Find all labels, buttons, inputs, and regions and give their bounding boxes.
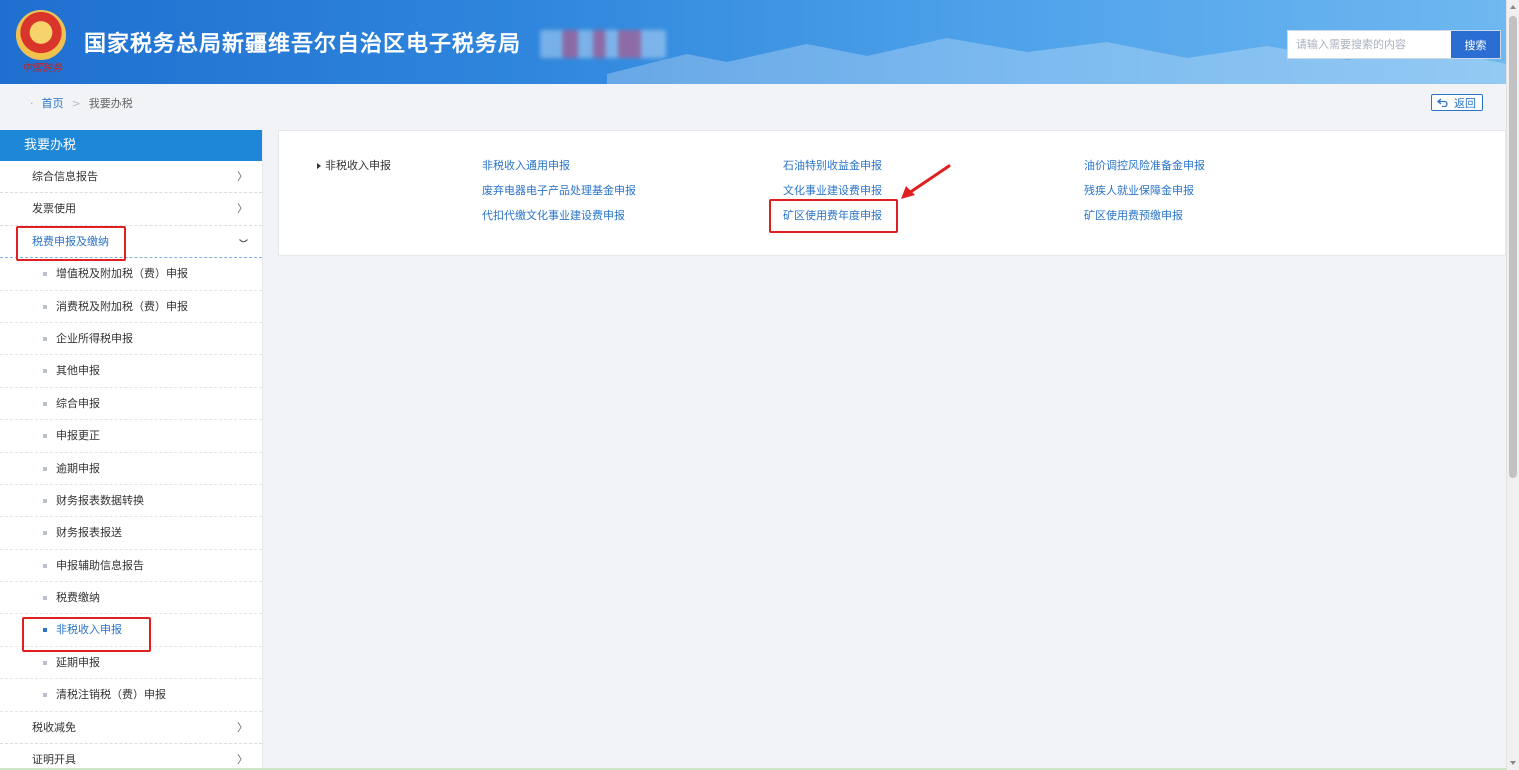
chevron-right-icon: 〉 [237,170,248,183]
vertical-scrollbar[interactable] [1506,0,1519,770]
sub-item-label: 消费税及附加税（费）申报 [56,299,188,313]
back-button[interactable]: 返回 [1431,94,1483,111]
sub-item-label: 企业所得税申报 [56,331,133,345]
breadcrumb-home-link[interactable]: 首页 [42,97,64,110]
sub-item-consumption-tax[interactable]: 消费税及附加税（费）申报 [0,291,262,323]
sub-item-label: 逾期申报 [56,461,100,475]
chevron-down-icon [239,238,248,243]
breadcrumb-dot-icon: · [30,97,34,110]
site-title: 国家税务总局新疆维吾尔自治区电子税务局 [84,32,522,57]
scroll-up-icon[interactable] [1510,5,1516,9]
bullet-icon [43,498,47,503]
emblem-caption: 中国税务 [22,63,62,74]
arrow-right-icon [317,163,321,169]
link-non-tax-general[interactable]: 非税收入通用申报 [482,158,570,174]
bullet-icon [43,304,47,309]
sidebar-item-label: 证明开具 [32,753,76,767]
sidebar-item-label: 发票使用 [32,202,76,216]
highlight-box-non-tax-revenue [22,617,151,652]
sub-item-label: 财务报表数据转换 [56,493,144,507]
sidebar-title: 我要办税 [0,130,262,161]
sub-item-correction[interactable]: 申报更正 [0,420,262,453]
sub-item-label: 综合申报 [56,396,100,410]
sub-item-label: 其他申报 [56,364,100,378]
sub-item-label: 财务报表报送 [56,526,122,540]
highlight-box-tax-filing [16,226,126,261]
site-header: 中国税务 国家税务总局新疆维吾尔自治区电子税务局 搜索 [0,0,1507,84]
bullet-icon [43,531,47,536]
sub-item-corporate-income-tax[interactable]: 企业所得税申报 [0,323,262,356]
bullet-icon [43,369,47,374]
bullet-icon [43,596,47,601]
link-oil-special-gain[interactable]: 石油特别收益金申报 [783,158,882,174]
sub-item-label: 延期申报 [56,655,100,669]
sidebar-item-label: 税收减免 [32,720,76,734]
link-oil-price-risk-reserve[interactable]: 油价调控风险准备金申报 [1084,158,1205,174]
sub-item-label: 增值税及附加税（费）申报 [56,267,188,281]
sidebar-item-label: 综合信息报告 [32,170,98,183]
sidebar-item-tax-relief[interactable]: 税收减免 〉 [0,712,262,745]
sub-item-aux-info[interactable]: 申报辅助信息报告 [0,550,262,583]
link-mining-royalty-prepay[interactable]: 矿区使用费预缴申报 [1084,208,1183,224]
sub-item-payment[interactable]: 税费缴纳 [0,582,262,615]
emblem-icon [16,10,66,60]
highlight-box-mining-royalty-annual [769,199,898,233]
bullet-icon [43,272,47,277]
sub-item-vat[interactable]: 增值税及附加税（费）申报 [0,258,262,291]
bullet-icon [43,466,47,471]
back-button-label: 返回 [1454,97,1476,110]
scrollbar-thumb[interactable] [1509,16,1517,478]
chevron-right-icon: 〉 [237,753,248,767]
sub-item-overdue[interactable]: 逾期申报 [0,453,262,485]
bullet-icon [43,401,47,406]
search-box: 搜索 [1287,30,1501,59]
service-panel: 非税收入申报 非税收入通用申报 石油特别收益金申报 油价调控风险准备金申报 废弃… [278,130,1506,256]
bullet-icon [43,693,47,698]
sub-item-label: 清税注销税（费）申报 [56,688,166,702]
category-label: 非税收入申报 [317,158,391,174]
sidebar-item-invoice[interactable]: 发票使用 〉 [0,193,262,226]
link-waste-electronics-fund[interactable]: 废弃电器电子产品处理基金申报 [482,183,636,199]
chevron-right-icon: 〉 [237,202,248,216]
redacted-region [540,30,666,58]
scroll-down-icon[interactable] [1510,761,1516,765]
link-withholding-culture-fee[interactable]: 代扣代缴文化事业建设费申报 [482,208,625,224]
sub-item-other[interactable]: 其他申报 [0,355,262,388]
category-label-text: 非税收入申报 [325,159,391,172]
sidebar-item-info-report[interactable]: 综合信息报告 〉 [0,161,262,194]
sub-item-label: 税费缴纳 [56,591,100,605]
breadcrumb-current: 我要办税 [88,97,133,110]
link-disability-employment-fund[interactable]: 残疾人就业保障金申报 [1084,183,1194,199]
back-arrow-icon [1437,98,1448,107]
sub-item-report-conversion[interactable]: 财务报表数据转换 [0,485,262,518]
link-culture-construction-fee[interactable]: 文化事业建设费申报 [783,183,882,199]
bullet-icon [43,563,47,568]
breadcrumb: · 首页 > 我要办税 [30,96,133,112]
bullet-icon [43,434,47,439]
bullet-icon [43,336,47,341]
sub-item-comprehensive[interactable]: 综合申报 [0,388,262,421]
sub-item-label: 申报辅助信息报告 [56,558,144,572]
sub-item-deregistration[interactable]: 清税注销税（费）申报 [0,679,262,712]
sub-item-label: 申报更正 [56,429,100,443]
bullet-icon [43,660,47,665]
sidebar-item-certificate[interactable]: 证明开具 〉 [0,744,262,770]
search-button[interactable]: 搜索 [1451,31,1500,58]
breadcrumb-separator: > [71,97,81,110]
search-input[interactable] [1288,31,1440,58]
sub-item-report-submit[interactable]: 财务报表报送 [0,517,262,550]
chevron-right-icon: 〉 [237,720,248,734]
red-arrow-annotation [901,164,951,199]
